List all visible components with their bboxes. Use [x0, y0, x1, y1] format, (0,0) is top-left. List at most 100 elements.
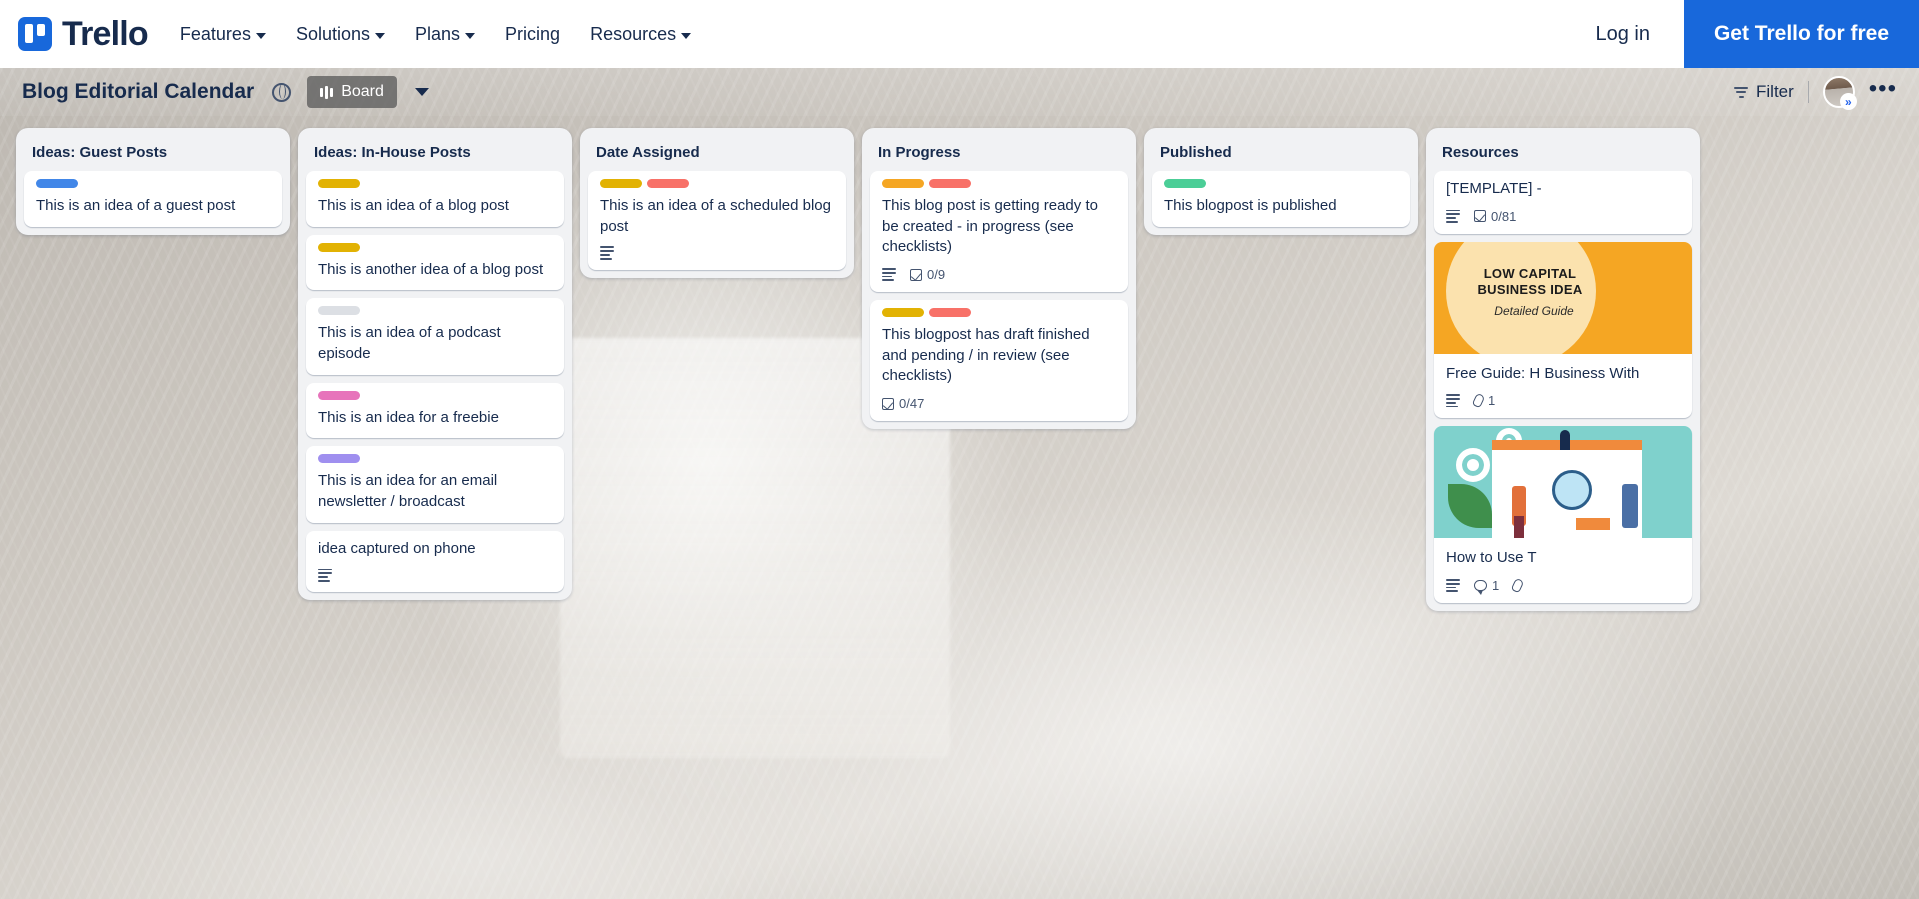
chevron-down-icon — [465, 32, 476, 39]
primary-nav: Features Solutions Plans Pricing Resources — [180, 23, 692, 45]
card-labels — [318, 242, 552, 252]
card[interactable]: This is another idea of a blog post — [306, 234, 564, 291]
get-trello-for-free-button[interactable]: Get Trello for free — [1683, 0, 1919, 68]
card-badge-text: 1 — [1492, 578, 1500, 594]
card[interactable]: This is an idea of a guest post — [24, 171, 282, 227]
card-container: [TEMPLATE] - 0/81 LOW CAPITAL BUSINESS IDE… — [1434, 171, 1692, 604]
nav-link-pricing[interactable]: Pricing — [505, 24, 560, 45]
card[interactable]: This is an idea for an email newsletter … — [306, 446, 564, 523]
card-label-red[interactable] — [929, 308, 971, 318]
avatar[interactable]: » — [1822, 76, 1857, 110]
card-label-grey[interactable] — [318, 306, 360, 316]
card[interactable]: This is an idea of a scheduled blog post — [588, 171, 846, 270]
card-labels — [318, 454, 552, 464]
card-label-red[interactable] — [929, 179, 971, 188]
card-labels — [318, 306, 552, 316]
card-title: This is an idea of a scheduled blog post — [600, 197, 831, 235]
list-ideas-guest-posts: Ideas: Guest Posts This is an idea of a g… — [16, 128, 290, 235]
nav-link-features[interactable]: Features — [180, 24, 266, 45]
filter-label: Filter — [1756, 82, 1794, 101]
card-labels — [600, 179, 834, 188]
card[interactable]: This blogpost has draft finished and pen… — [870, 300, 1128, 422]
card[interactable]: [TEMPLATE] - 0/81 — [1434, 171, 1692, 234]
card-badges: 1 — [1434, 577, 1692, 596]
chevron-down-icon — [375, 32, 386, 39]
list-date-assigned: Date Assigned This is an idea of a schedu… — [580, 128, 854, 278]
nav-link-resources[interactable]: Resources — [590, 23, 692, 45]
card-title: This is another idea of a blog post — [318, 260, 544, 278]
card-badge-text: 0/9 — [927, 267, 946, 283]
card-title: This blogpost is published — [1164, 197, 1337, 214]
list-title[interactable]: In Progress — [870, 138, 1128, 171]
list-ideas-in-house-posts: Ideas: In-House Posts This is an idea of … — [298, 128, 572, 600]
nav-link-label: Features — [179, 23, 251, 44]
view-switcher-dropdown[interactable] — [407, 77, 437, 107]
comment-icon — [1474, 580, 1487, 596]
card-badge-checklist: 0/47 — [882, 396, 924, 411]
list-title[interactable]: Published — [1152, 138, 1410, 171]
card[interactable]: This is an idea of a podcast episode — [306, 298, 564, 375]
nav-link-plans[interactable]: Plans — [415, 23, 476, 45]
card-title: [TEMPLATE] - — [1446, 180, 1542, 197]
card-title: This is an idea for an email newsletter … — [318, 472, 498, 511]
card-label-red[interactable] — [647, 179, 689, 188]
cover-subheadline: Detailed Guide — [1494, 303, 1574, 318]
nav-link-label: Resources — [590, 23, 677, 44]
trello-logo[interactable]: Trello — [18, 15, 149, 54]
board-header: Blog Editorial Calendar Board Filter » •… — [0, 68, 1919, 116]
card-label-orange[interactable] — [882, 179, 924, 188]
nav-link-label: Plans — [415, 23, 461, 44]
globe-icon[interactable] — [272, 82, 292, 102]
card[interactable]: This blog post is getting ready to be cr… — [870, 171, 1128, 293]
card-title: This is an idea of a blog post — [318, 197, 509, 214]
card[interactable]: This blogpost is published — [1152, 171, 1410, 227]
card-title: This blogpost has draft finished and pen… — [882, 326, 1090, 385]
card[interactable]: This is an idea for a freebie — [306, 382, 564, 439]
filter-icon — [1734, 86, 1748, 98]
card-badge-attachment: 1 — [1471, 393, 1496, 409]
description-icon — [1446, 394, 1460, 408]
list-title[interactable]: Ideas: In-House Posts — [306, 138, 564, 171]
board-menu-button[interactable]: ••• — [1869, 76, 1897, 102]
log-in-link[interactable]: Log in — [1561, 23, 1684, 46]
card-label-purple[interactable] — [318, 454, 360, 464]
card-label-gold[interactable] — [600, 179, 642, 188]
nav-link-label: Solutions — [295, 23, 371, 44]
board-view-switcher[interactable]: Board — [307, 76, 397, 108]
card-labels — [318, 390, 552, 400]
chevron-down-icon — [414, 88, 429, 96]
card-badges: 0/47 — [882, 396, 1116, 411]
cover-person — [1512, 486, 1526, 539]
list-title[interactable]: Ideas: Guest Posts — [24, 138, 282, 171]
chevron-down-icon — [681, 32, 692, 39]
board-title[interactable]: Blog Editorial Calendar — [22, 80, 254, 104]
nav-link-label: Pricing — [505, 23, 561, 44]
nav-right-actions: Log in Get Trello for free — [1561, 0, 1919, 68]
card-badge-text: 1 — [1488, 393, 1496, 409]
trello-logo-icon — [18, 17, 52, 51]
card-label-pink[interactable] — [318, 390, 360, 400]
card-label-gold[interactable] — [318, 179, 360, 188]
card[interactable]: idea captured on phone — [306, 530, 564, 592]
card-label-green[interactable] — [1164, 179, 1206, 188]
card-label-gold[interactable] — [882, 308, 924, 318]
card-badges: 1 — [1434, 393, 1692, 409]
card-labels — [882, 308, 1116, 318]
card-labels — [882, 179, 1116, 188]
card[interactable]: How to Use T 1 — [1434, 426, 1692, 604]
chevron-down-icon — [255, 32, 266, 39]
cover-chip — [1576, 518, 1610, 531]
card-title: This is an idea of a guest post — [36, 197, 236, 214]
card-label-blue[interactable] — [36, 179, 78, 188]
card-badge-description — [1446, 394, 1460, 408]
card-badge-description — [318, 568, 332, 582]
divider — [1807, 81, 1809, 103]
card[interactable]: LOW CAPITAL BUSINESS IDEA Detailed Guide F… — [1434, 241, 1692, 419]
filter-button[interactable]: Filter — [1734, 82, 1794, 102]
list-title[interactable]: Resources — [1434, 138, 1692, 171]
card[interactable]: This is an idea of a blog post — [306, 171, 564, 227]
card-container: This blog post is getting ready to be cr… — [870, 171, 1128, 422]
card-label-gold[interactable] — [318, 242, 360, 252]
list-title[interactable]: Date Assigned — [588, 138, 846, 171]
nav-link-solutions[interactable]: Solutions — [295, 23, 386, 45]
